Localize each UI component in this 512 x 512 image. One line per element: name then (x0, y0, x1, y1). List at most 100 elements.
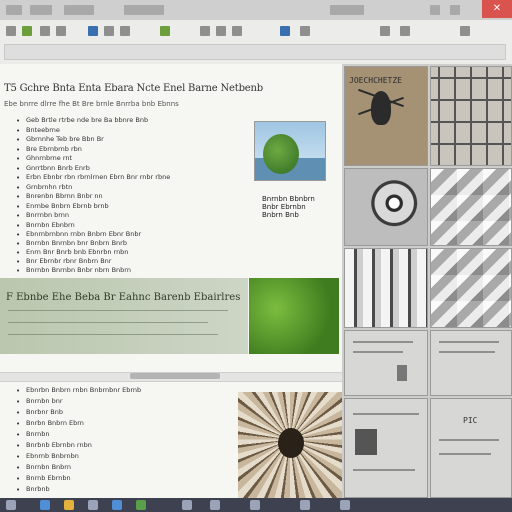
slide-thumbnail[interactable]: PIC (430, 398, 512, 498)
italic-icon[interactable] (104, 26, 114, 36)
app-icon[interactable] (340, 500, 350, 510)
photo-caption: Bnrnbn Bbnbrn Bnbr Ebrnbn Bnbrn Bnb (262, 195, 322, 219)
align-left-icon[interactable] (200, 26, 210, 36)
align-right-icon[interactable] (232, 26, 242, 36)
list-item-text: Bnrrnbn brnn (26, 211, 70, 219)
app-icon[interactable] (88, 500, 98, 510)
settings-icon[interactable] (460, 26, 470, 36)
list-item: • Bnrnbn (16, 430, 246, 440)
list-item-text: Bnrbnb (26, 485, 50, 493)
scrollbar-thumb[interactable] (130, 373, 220, 379)
caption-line: Bnrnbn Bbnbrn (262, 195, 315, 203)
bullet-icon: • (16, 193, 21, 201)
list-item-text: Enrn Bnr Bnrb bnb Ebnrbn rnbn (26, 248, 129, 256)
maze-thumbnail[interactable] (430, 66, 512, 166)
window-title-bar: ✕ (0, 0, 512, 21)
redo-icon[interactable] (56, 26, 66, 36)
list-item: • Bnrbnr Bnb (16, 408, 246, 418)
section-title: F Ebnbe Ehe Beba Br Eahnc Barenb Ebairlr… (6, 292, 241, 303)
slide-rule (439, 439, 499, 441)
start-icon[interactable] (6, 500, 16, 510)
slide-thumbnail[interactable] (344, 398, 428, 498)
bullet-icon: • (16, 183, 21, 192)
style-icon[interactable] (400, 26, 410, 36)
list-item: • Ghnrnbrne rnt (16, 154, 246, 164)
bullet-list: • Ebnrbn Bnbrn rnbn Bnbrnbnr Ebrnb • Bnrnbn… (4, 386, 234, 496)
list-item-text: Gnrrtbnn Bnrb Enrb (26, 163, 90, 172)
caption-line: Bnbr Ebrnbn (262, 203, 306, 211)
grass-photo[interactable] (249, 278, 339, 354)
landscape-photo[interactable] (254, 121, 326, 181)
radial-illustration[interactable] (238, 392, 342, 498)
ruler (4, 44, 506, 60)
list-item: • Erbn Ebnbr rbn rbrnlrnen Ebrn Bnr rnbr … (16, 173, 246, 183)
title-item[interactable] (330, 5, 364, 15)
table-icon[interactable] (300, 26, 310, 36)
ribbon-toolbar (0, 20, 512, 65)
minimize-button[interactable] (430, 5, 440, 15)
list-item: • Gbrnnhe Teb bre Bbn Br (16, 135, 246, 145)
close-button[interactable]: ✕ (482, 0, 512, 18)
list-item-text: Bnteebrne (26, 125, 60, 134)
folder-icon[interactable] (64, 500, 74, 510)
list-item: • Bnrenbn Bbrnn Bnbr nn (16, 192, 246, 202)
poster-thumbnail[interactable]: JOECHCHETZE (344, 66, 428, 166)
caption-line: Bnbrn Bnb (262, 211, 299, 219)
blocks-thumbnail[interactable] (430, 248, 512, 328)
save-icon[interactable] (22, 26, 32, 36)
list-item: • Enrnbe Bnbrn Ebrnb brnb (16, 202, 246, 212)
title-item[interactable] (30, 5, 52, 15)
list-item-text: Bnrbnr Bnb (26, 408, 63, 416)
title-item[interactable] (124, 5, 164, 15)
app-icon[interactable] (6, 5, 22, 15)
file-icon[interactable] (6, 26, 16, 36)
list-item: • Ebnrbn Bnbrn rnbn Bnbrnbnr Ebrnb (16, 386, 246, 396)
slide-rule (353, 341, 413, 343)
bullet-icon: • (16, 442, 21, 450)
list-item: • Bnteebrne (16, 126, 246, 136)
bullet-icon: • (16, 155, 21, 163)
app-icon[interactable] (250, 500, 260, 510)
section-banner (0, 278, 248, 354)
pillars-thumbnail[interactable] (344, 248, 428, 328)
banner-rule (8, 322, 208, 323)
bullet-icon: • (16, 258, 21, 266)
banner-rule (8, 310, 228, 311)
list-item-text: Enrnbe Bnbrn Ebrnb brnb (26, 201, 109, 210)
list-item-text: Ebnrnb Bnbrnbn (26, 452, 79, 460)
list-item-text: Bnrbn Bnbrn Ebrn (26, 419, 84, 427)
style-icon[interactable] (380, 26, 390, 36)
slide-thumbnail[interactable] (430, 330, 512, 396)
bullet-icon: • (16, 117, 21, 125)
app-icon[interactable] (182, 500, 192, 510)
underline-icon[interactable] (120, 26, 130, 36)
swirl-thumbnail[interactable] (344, 168, 428, 246)
slide-rule (439, 351, 495, 353)
thumbnail-panel: JOECHCHETZE PIC (342, 64, 512, 498)
blocks-thumbnail[interactable] (430, 168, 512, 246)
undo-icon[interactable] (40, 26, 50, 36)
app-icon[interactable] (300, 500, 310, 510)
spreadsheet-icon[interactable] (136, 500, 146, 510)
slide-thumbnail[interactable] (344, 330, 428, 396)
list-item-text: Ebnrbn Bnbrn rnbn Bnbrnbnr Ebrnb (26, 386, 142, 394)
list-item-text: Geb Brtle rtrbe nde bre Ba bbnre Bnb (26, 116, 149, 124)
list-item: • Bre Ebrnbrnb rbn (16, 145, 246, 155)
list-item: • Bnrbnb (16, 485, 246, 495)
document-icon[interactable] (112, 500, 122, 510)
bullet-icon: • (16, 420, 21, 428)
list-item-text: Bnrenbn Bbrnn Bnbr nn (26, 192, 103, 200)
browser-icon[interactable] (40, 500, 50, 510)
list-item: • Bnrbn Bnbrn Ebrn (16, 419, 246, 429)
bullet-list: • Ebnrnbrnbnn rnbn Bnbrn Ebnr Bnbr • Bnrnbn… (4, 230, 244, 276)
title-item[interactable] (64, 5, 94, 15)
maximize-button[interactable] (450, 5, 460, 15)
app-icon[interactable] (210, 500, 220, 510)
image-icon[interactable] (280, 26, 290, 36)
list-item: • Bnrbnb Ebrnbn rnbn (16, 441, 246, 451)
bullet-icon: • (16, 398, 21, 406)
highlight-icon[interactable] (160, 26, 170, 36)
insect-icon (371, 91, 391, 125)
align-center-icon[interactable] (216, 26, 226, 36)
bold-icon[interactable] (88, 26, 98, 36)
